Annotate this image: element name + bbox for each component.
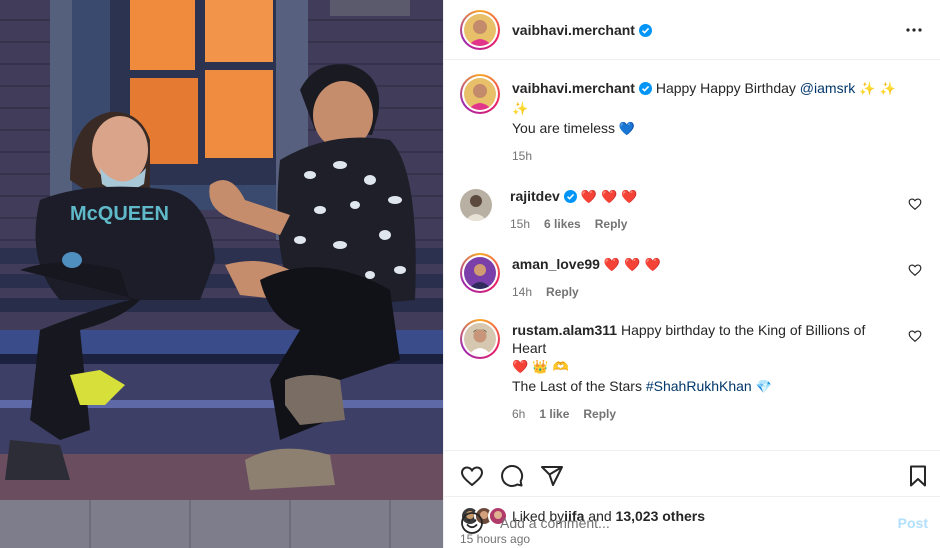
comment-item: aman_love99 ❤️ ❤️ ❤️ 14h Reply — [460, 253, 924, 301]
comments-list: vaibhavi.merchant Happy Happy Birthday @… — [444, 60, 940, 450]
caption-username[interactable]: vaibhavi.merchant — [512, 80, 635, 96]
comment-time[interactable]: 15h — [510, 215, 530, 233]
svg-text:McQUEEN: McQUEEN — [70, 203, 169, 225]
post-actions-bar — [444, 450, 940, 500]
commenter-avatar[interactable] — [460, 319, 500, 359]
verified-badge-icon — [638, 82, 652, 95]
commenter-avatar[interactable] — [460, 189, 492, 221]
comment-username[interactable]: rustam.alam311 — [512, 322, 617, 338]
diamond-emoji: 💎 — [755, 380, 772, 395]
more-horizontal-icon[interactable] — [902, 18, 926, 42]
verified-badge-icon — [563, 190, 577, 203]
commenter-avatar[interactable] — [460, 253, 500, 293]
author-avatar[interactable] — [460, 9, 500, 50]
heart-icon[interactable] — [460, 464, 484, 488]
comment-like-heart-icon[interactable] — [908, 329, 922, 343]
comment-item: rajitdev ❤️ ❤️ ❤️ 15h 6 likes Reply — [460, 187, 924, 233]
comment-time[interactable]: 14h — [512, 283, 532, 301]
comment-like-heart-icon[interactable] — [908, 263, 922, 277]
reply-button[interactable]: Reply — [583, 405, 616, 423]
send-icon[interactable] — [540, 464, 564, 488]
comment-time[interactable]: 6h — [512, 405, 525, 423]
author-username[interactable]: vaibhavi.merchant — [512, 22, 652, 38]
caption-line2: You are timeless — [512, 120, 615, 136]
post-photo[interactable]: McQUEEN — [0, 0, 443, 548]
comment-icon[interactable] — [500, 464, 524, 488]
comment-username[interactable]: aman_love99 — [512, 256, 600, 272]
comment-likes[interactable]: 6 likes — [544, 215, 581, 233]
add-comment-input[interactable] — [500, 514, 898, 531]
post-image: McQUEEN — [0, 0, 443, 548]
comment-likes[interactable]: 1 like — [539, 405, 569, 423]
comment-emoji: ❤️ 👑 🫶 — [512, 360, 569, 375]
blue-heart-emoji: 💙 — [618, 122, 636, 137]
post-details-panel: vaibhavi.merchant vaibhavi.merchant Happ… — [443, 0, 940, 548]
comment-like-heart-icon[interactable] — [908, 197, 922, 211]
comment-item: rustam.alam311 Happy birthday to the Kin… — [460, 319, 924, 423]
add-comment-bar: Post — [444, 496, 940, 548]
post-caption: vaibhavi.merchant Happy Happy Birthday @… — [460, 74, 924, 165]
comment-hashtag[interactable]: #ShahRukhKhan — [646, 378, 752, 394]
caption-text: Happy Happy Birthday — [655, 80, 800, 96]
caption-time[interactable]: 15h — [512, 147, 532, 165]
comment-text: ❤️ ❤️ ❤️ — [603, 258, 661, 273]
caption-mention[interactable]: @iamsrk — [800, 80, 855, 96]
post-comment-button[interactable]: Post — [898, 515, 928, 531]
comment-username[interactable]: rajitdev — [510, 188, 560, 204]
bookmark-icon[interactable] — [906, 464, 930, 488]
instagram-post-modal: McQUEEN vaibhavi.merchant vaibhavi.merch… — [0, 0, 940, 548]
smile-icon[interactable] — [460, 511, 484, 535]
reply-button[interactable]: Reply — [546, 283, 579, 301]
caption-author-avatar[interactable] — [460, 74, 500, 114]
comment-line2: The Last of the Stars — [512, 378, 646, 394]
comment-text: ❤️ ❤️ ❤️ — [580, 190, 638, 205]
post-header: vaibhavi.merchant — [444, 0, 940, 60]
verified-badge-icon — [638, 23, 652, 37]
reply-button[interactable]: Reply — [595, 215, 628, 233]
